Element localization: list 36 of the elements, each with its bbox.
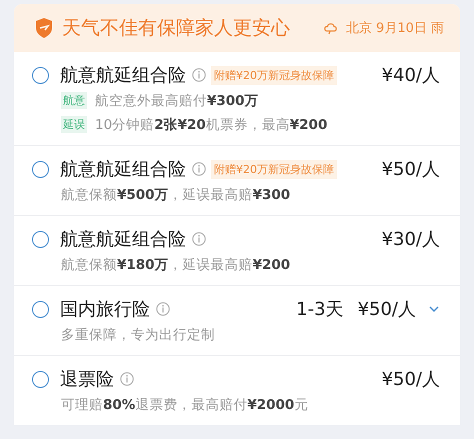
plan-title: 国内旅行险 — [60, 298, 150, 321]
radio-button[interactable] — [32, 230, 49, 248]
plan-title: 航意航延组合险 — [60, 158, 186, 181]
promo-badge: 附赠¥20万新冠身故保障 — [211, 66, 337, 84]
promo-badge: 附赠¥20万新冠身故保障 — [211, 160, 337, 178]
shield-icon — [34, 17, 54, 39]
rain-cloud-icon — [322, 21, 338, 35]
price-text: ¥50/人 — [358, 298, 416, 321]
radio-button[interactable] — [32, 160, 49, 178]
price-text: ¥50/人 — [382, 368, 440, 391]
info-icon[interactable] — [192, 68, 206, 82]
weather-text: 北京 9月10日 雨 — [346, 20, 444, 37]
radio-button[interactable] — [32, 370, 49, 388]
price-text: ¥40/人 — [382, 64, 440, 87]
banner-title: 天气不佳有保障家人更安心 — [62, 16, 291, 41]
radio-button[interactable] — [32, 300, 49, 318]
category-tag: 延误 — [61, 116, 87, 133]
info-icon[interactable] — [120, 372, 134, 386]
category-tag: 航意 — [61, 92, 87, 109]
info-icon[interactable] — [156, 302, 170, 316]
plan-description: 10分钟赔2张¥20机票券，最高¥200 — [95, 116, 328, 134]
duration-text: 1-3天 — [296, 298, 344, 321]
price-text: ¥30/人 — [382, 228, 440, 251]
info-icon[interactable] — [192, 232, 206, 246]
plan-title: 退票险 — [60, 368, 114, 391]
price-text: ¥50/人 — [382, 158, 440, 181]
plan-description: 航意保额¥500万，延误最高赔¥300 — [61, 186, 290, 204]
radio-button[interactable] — [32, 66, 49, 84]
plan-description: 航空意外最高赔付¥300万 — [95, 92, 259, 110]
plan-title: 航意航延组合险 — [60, 228, 186, 251]
chevron-down-icon[interactable] — [428, 305, 440, 313]
plan-title: 航意航延组合险 — [60, 64, 186, 87]
plan-description: 可理赔80%退票费，最高赔付¥2000元 — [61, 396, 308, 414]
plan-description: 航意保额¥180万，延误最高赔¥200 — [61, 256, 290, 274]
info-icon[interactable] — [192, 162, 206, 176]
plan-description: 多重保障，专为出行定制 — [61, 326, 215, 344]
